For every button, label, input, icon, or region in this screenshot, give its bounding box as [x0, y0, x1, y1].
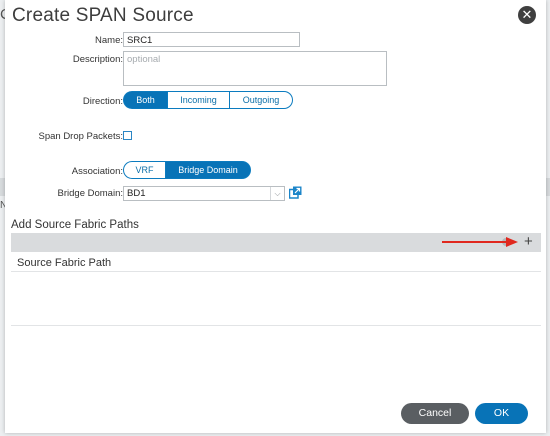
span-drop-packets-label: Span Drop Packets: [38, 131, 124, 142]
bridge-domain-select[interactable]: BD1 ⌵ [123, 186, 285, 201]
table-bottom-divider [11, 325, 541, 326]
direction-both-option[interactable]: Both [123, 91, 168, 109]
close-button[interactable]: ✕ [518, 6, 536, 24]
arrow-annotation-icon [442, 237, 518, 247]
bridge-domain-value: BD1 [127, 188, 146, 199]
cancel-button[interactable]: Cancel [401, 403, 469, 424]
name-input[interactable]: SRC1 [123, 32, 300, 47]
association-vrf-option[interactable]: VRF [123, 161, 166, 179]
popout-icon[interactable] [288, 186, 302, 199]
create-span-source-dialog: Create SPAN Source ✕ Name: SRC1 Descript… [5, 0, 546, 433]
table-header-divider [11, 271, 541, 272]
chevron-down-icon: ⌵ [270, 187, 284, 200]
section-title: Add Source Fabric Paths [11, 219, 139, 231]
direction-label: Direction: [82, 96, 123, 107]
association-label: Association: [71, 166, 123, 177]
dialog-title: Create SPAN Source [12, 5, 194, 26]
association-segmented-control: VRF Bridge Domain [123, 161, 251, 179]
close-icon: ✕ [521, 7, 533, 22]
ok-button[interactable]: OK [475, 403, 528, 424]
span-drop-packets-checkbox[interactable] [123, 131, 132, 140]
direction-incoming-option[interactable]: Incoming [168, 91, 230, 109]
source-fabric-path-column-header: Source Fabric Path [17, 257, 112, 269]
bridge-domain-label: Bridge Domain: [57, 188, 123, 199]
description-label: Description: [72, 54, 123, 65]
association-bridge-domain-option[interactable]: Bridge Domain [166, 161, 251, 179]
description-input[interactable]: optional [123, 51, 387, 86]
description-placeholder: optional [127, 54, 161, 65]
direction-segmented-control: Both Incoming Outgoing [123, 91, 293, 109]
plus-icon[interactable]: + [524, 233, 533, 251]
name-label: Name: [95, 35, 123, 46]
background-bar-right [546, 178, 550, 196]
direction-outgoing-option[interactable]: Outgoing [230, 91, 293, 109]
